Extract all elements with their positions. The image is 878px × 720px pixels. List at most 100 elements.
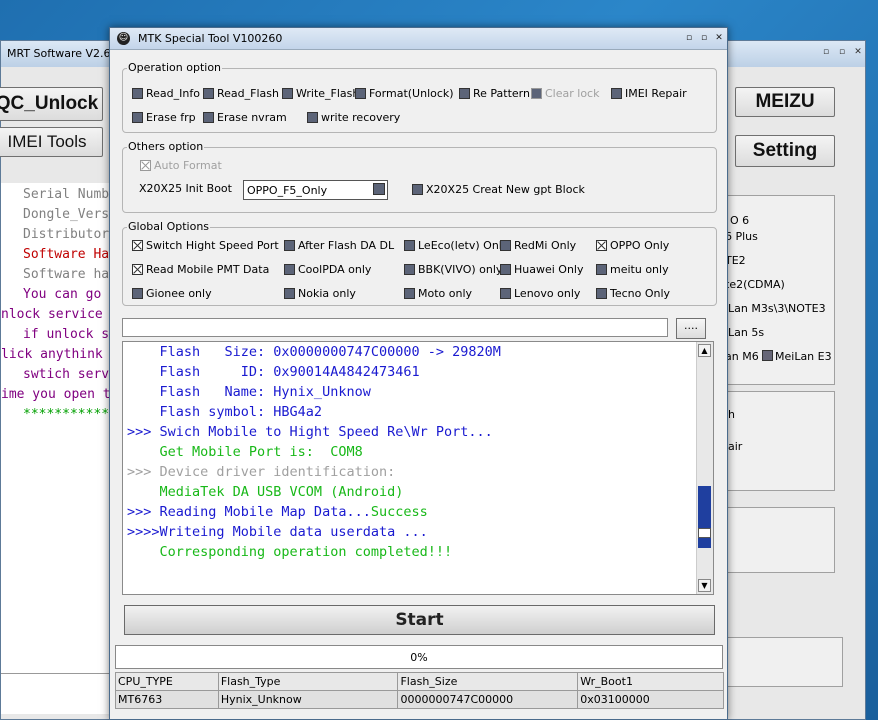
start-button[interactable]: Start <box>124 605 715 635</box>
leeco-only-checkbox[interactable]: LeEco(letv) Only <box>404 239 508 252</box>
log-output: Flash Size: 0x0000000747C00000 -> 29820M… <box>122 341 714 595</box>
gionee-only-label: Gionee only <box>146 287 212 300</box>
mrt-right-panel: MEIZU Setting O 6 6 Plus TE2 te2(CDMA) iLan … <box>723 67 865 719</box>
redmi-only-checkbox[interactable]: RedMi Only <box>500 239 576 252</box>
header-flash-size: Flash_Size <box>397 672 579 691</box>
global-options-legend: Global Options <box>127 220 211 233</box>
read-info-checkbox[interactable]: Read_Info <box>132 87 200 100</box>
log-line-text: >>>>Writeing Mobile data userdata ... <box>127 524 428 540</box>
mrt-log-line: You can go <box>23 287 102 302</box>
meizu-model-item[interactable]: O 6 <box>730 214 749 227</box>
model-meilan-e3[interactable]: MeiLan E3 <box>762 350 832 363</box>
mrt-log-line: swtich serv <box>23 367 110 382</box>
file-path-input[interactable] <box>122 318 668 337</box>
mrt-close-icon[interactable]: ✕ <box>853 47 863 57</box>
header-flash-type: Flash_Type <box>217 672 399 691</box>
redmi-only-box <box>500 240 511 251</box>
mrt-log-line: Dongle_Vers <box>23 207 110 222</box>
creat-gpt-checkbox[interactable]: X20X25 Creat New gpt Block <box>412 183 585 196</box>
maximize-icon[interactable]: ▫ <box>698 32 710 44</box>
read-flash-label: Read_Flash <box>217 87 279 100</box>
redmi-only-label: RedMi Only <box>514 239 577 252</box>
log-line: >>> Swich Mobile to Hight Speed Re\Wr Po… <box>127 424 493 440</box>
meizu-button[interactable]: MEIZU <box>735 87 835 117</box>
tecno-only-checkbox[interactable]: Tecno Only <box>596 287 670 300</box>
browse-button[interactable]: .... <box>676 318 706 339</box>
read-mobile-pmt-checkbox[interactable]: Read Mobile PMT Data <box>132 263 269 276</box>
meizu-model-item[interactable]: iLan M3s\3\NOTE3 <box>725 302 826 315</box>
creat-gpt-label: X20X25 Creat New gpt Block <box>426 183 585 196</box>
log-line: Get Mobile Port is: COM8 <box>127 444 363 460</box>
option-item-1: h <box>728 408 735 421</box>
erase-frp-checkbox[interactable]: Erase frp <box>132 111 196 124</box>
re-pattern-box <box>459 88 470 99</box>
log-scrollbar[interactable]: ▲ ▼ <box>696 342 713 594</box>
auto-format-checkbox[interactable]: Auto Format <box>140 159 222 172</box>
qc-unlock-button[interactable]: QC_Unlock <box>0 87 103 121</box>
imei-repair-box <box>611 88 622 99</box>
nokia-only-checkbox[interactable]: Nokia only <box>284 287 356 300</box>
mrt-extra-panel <box>723 507 835 573</box>
operation-option-legend: Operation option <box>127 61 223 74</box>
mtk-tool-window: ☺ MTK Special Tool V100260 ▫ ▫ ✕ Operati… <box>109 27 728 720</box>
huawei-only-checkbox[interactable]: Huawei Only <box>500 263 584 276</box>
log-line: >>> Device driver identification: <box>127 464 395 480</box>
model-meilan-m6-label: an M6 <box>725 350 759 363</box>
read-flash-box <box>203 88 214 99</box>
lenovo-only-checkbox[interactable]: Lenovo only <box>500 287 580 300</box>
meilan-e3-checkbox[interactable] <box>762 350 773 361</box>
meitu-only-checkbox[interactable]: meitu only <box>596 263 669 276</box>
scroll-up-icon[interactable]: ▲ <box>698 344 711 357</box>
huawei-only-label: Huawei Only <box>514 263 584 276</box>
chevron-down-icon[interactable] <box>373 183 385 195</box>
log-line: Flash Size: 0x0000000747C00000 -> 29820M <box>127 344 501 360</box>
switch-high-speed-checkbox[interactable]: Switch Hight Speed Port <box>132 239 279 252</box>
window-title: MTK Special Tool V100260 <box>138 32 283 45</box>
scroll-down-icon[interactable]: ▼ <box>698 579 711 592</box>
progress-label: 0% <box>410 650 428 664</box>
minimize-icon[interactable]: ▫ <box>683 32 695 44</box>
bbk-vivo-only-checkbox[interactable]: BBK(VIVO) only <box>404 263 502 276</box>
format-unlock-checkbox[interactable]: Format(Unlock) <box>355 87 454 100</box>
mrt-maximize-icon[interactable]: ▫ <box>837 47 847 57</box>
clear-lock-checkbox[interactable]: Clear lock <box>531 87 599 100</box>
lenovo-only-box <box>500 288 511 299</box>
auto-format-box <box>140 160 151 171</box>
read-flash-checkbox[interactable]: Read_Flash <box>203 87 279 100</box>
mrt-log-line: if unlock s <box>23 327 110 342</box>
huawei-only-box <box>500 264 511 275</box>
mrt-minimize-icon[interactable]: ▫ <box>821 47 831 57</box>
mrt-log-line: Serial Numb <box>23 187 110 202</box>
clear-lock-label: Clear lock <box>545 87 600 100</box>
meizu-model-item[interactable]: iLan 5s <box>725 326 764 339</box>
write-recovery-checkbox[interactable]: write recovery <box>307 111 400 124</box>
imei-tools-button[interactable]: IMEI Tools <box>0 127 103 157</box>
oppo-only-checkbox[interactable]: OPPO Only <box>596 239 669 252</box>
erase-nvram-checkbox[interactable]: Erase nvram <box>203 111 287 124</box>
meizu-model-item[interactable]: 6 Plus <box>725 230 758 243</box>
coolpda-only-box <box>284 264 295 275</box>
meizu-model-item[interactable]: TE2 <box>725 254 746 267</box>
read-mobile-pmt-label: Read Mobile PMT Data <box>146 263 270 276</box>
moto-only-box <box>404 288 415 299</box>
write-recovery-box <box>307 112 318 123</box>
meizu-model-item[interactable]: te2(CDMA) <box>725 278 785 291</box>
after-flash-da-dl-checkbox[interactable]: After Flash DA DL <box>284 239 394 252</box>
log-line: Flash Name: Hynix_Unknow <box>127 384 371 400</box>
init-boot-select[interactable]: OPPO_F5_Only <box>243 180 388 200</box>
coolpda-only-checkbox[interactable]: CoolPDA only <box>284 263 371 276</box>
option-item-2: air <box>728 440 743 453</box>
setting-button[interactable]: Setting <box>735 135 835 167</box>
re-pattern-checkbox[interactable]: Re Pattern l <box>459 87 537 100</box>
write-flash-checkbox[interactable]: Write_Flash <box>282 87 359 100</box>
others-option-legend: Others option <box>127 140 205 153</box>
close-icon[interactable]: ✕ <box>713 32 725 44</box>
scroll-grip[interactable] <box>698 528 711 538</box>
model-meilan-m6[interactable]: an M6 <box>725 350 759 363</box>
gionee-only-checkbox[interactable]: Gionee only <box>132 287 212 300</box>
scroll-thumb[interactable] <box>698 486 711 548</box>
read-mobile-pmt-box <box>132 264 143 275</box>
moto-only-checkbox[interactable]: Moto only <box>404 287 472 300</box>
log-line-text: Flash symbol: HBG4a2 <box>127 404 323 420</box>
imei-repair-checkbox[interactable]: IMEI Repair <box>611 87 687 100</box>
